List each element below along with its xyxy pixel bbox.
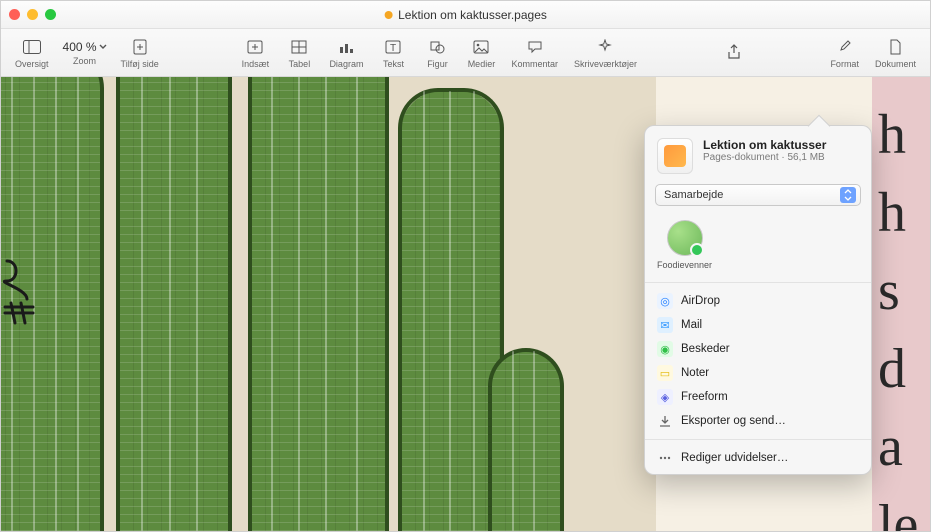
share-option-notes[interactable]: ▭Noter [651,361,865,385]
maximize-window-button[interactable] [45,9,56,20]
add-page-button[interactable]: Tilføj side [113,35,167,71]
notes-icon: ▭ [657,365,673,381]
minimize-window-button[interactable] [27,9,38,20]
next-page-sliver: h h s d a le [872,77,930,531]
share-doc-title: Lektion om kaktusser [703,138,826,152]
share-option-freeform[interactable]: ◈Freeform [651,385,865,409]
chevron-updown-icon [840,187,856,203]
shape-icon [427,37,447,57]
share-button[interactable] [712,40,756,66]
status-badge-icon [690,243,704,257]
toolbar: Oversigt 400 % Zoom Tilføj side Indsæt T… [1,29,930,77]
chart-button[interactable]: Diagram [321,35,371,71]
document-icon [885,37,905,57]
comment-button[interactable]: Kommentar [503,35,566,71]
avatar [667,220,703,256]
chevron-down-icon [99,44,107,50]
mail-icon: ✉ [657,317,673,333]
oversigt-button[interactable]: Oversigt [7,35,57,71]
app-window: Lektion om kaktusser.pages Oversigt 400 … [0,0,931,532]
shape-button[interactable]: Figur [415,35,459,71]
sidebar-icon [22,37,42,57]
document-button[interactable]: Dokument [867,35,924,71]
table-icon [289,37,309,57]
close-window-button[interactable] [9,9,20,20]
share-option-edit-extensions[interactable]: Rediger udvidelser… [651,446,865,470]
document-area: h h s d a le Lektion om kaktusser Pages-… [1,77,930,531]
document-thumbnail [657,138,693,174]
messages-icon: ◉ [657,341,673,357]
freeform-icon: ◈ [657,389,673,405]
share-option-airdrop[interactable]: ◎AirDrop [651,289,865,313]
cactus-illustration [251,77,386,531]
cactus-illustration [491,351,561,531]
share-icon [724,42,744,62]
divider [645,282,871,283]
writing-tools-button[interactable]: Skriveværktøjer [566,35,645,71]
share-doc-subtitle: Pages-dokument · 56,1 MB [703,152,826,163]
share-option-mail[interactable]: ✉Mail [651,313,865,337]
share-option-export[interactable]: Eksporter og send… [651,409,865,433]
chart-icon [336,37,356,57]
collaborators-row: Foodievenner [645,216,871,280]
insert-icon [245,37,265,57]
brush-icon [835,37,855,57]
comment-icon [525,37,545,57]
table-button[interactable]: Tabel [277,35,321,71]
collaborator-item[interactable]: Foodievenner [657,220,712,270]
export-icon [657,413,673,429]
sparkle-icon [595,37,615,57]
text-button[interactable]: T Tekst [371,35,415,71]
media-button[interactable]: Medier [459,35,503,71]
window-controls [9,9,56,20]
media-icon [471,37,491,57]
airdrop-icon: ◎ [657,293,673,309]
svg-text:T: T [390,43,396,54]
share-options-list: ◎AirDrop ✉Mail ◉Beskeder ▭Noter ◈Freefor… [645,285,871,437]
share-option-messages[interactable]: ◉Beskeder [651,337,865,361]
share-mode-select[interactable]: Samarbejde [655,184,861,206]
cactus-illustration [401,91,501,531]
cactus-illustration [119,77,229,531]
text-icon: T [383,37,403,57]
titlebar: Lektion om kaktusser.pages [1,1,930,29]
window-title: Lektion om kaktusser.pages [384,8,547,22]
divider [645,439,871,440]
format-button[interactable]: Format [822,35,867,71]
add-page-icon [130,37,150,57]
document-modified-indicator [384,11,392,19]
popover-header: Lektion om kaktusser Pages-dokument · 56… [645,126,871,182]
zoom-dropdown[interactable]: 400 % Zoom [57,38,113,68]
handwriting-mark [3,257,37,327]
window-title-text: Lektion om kaktusser.pages [398,8,547,22]
insert-button[interactable]: Indsæt [233,35,277,71]
share-popover: Lektion om kaktusser Pages-dokument · 56… [644,125,872,475]
more-icon [657,450,673,466]
